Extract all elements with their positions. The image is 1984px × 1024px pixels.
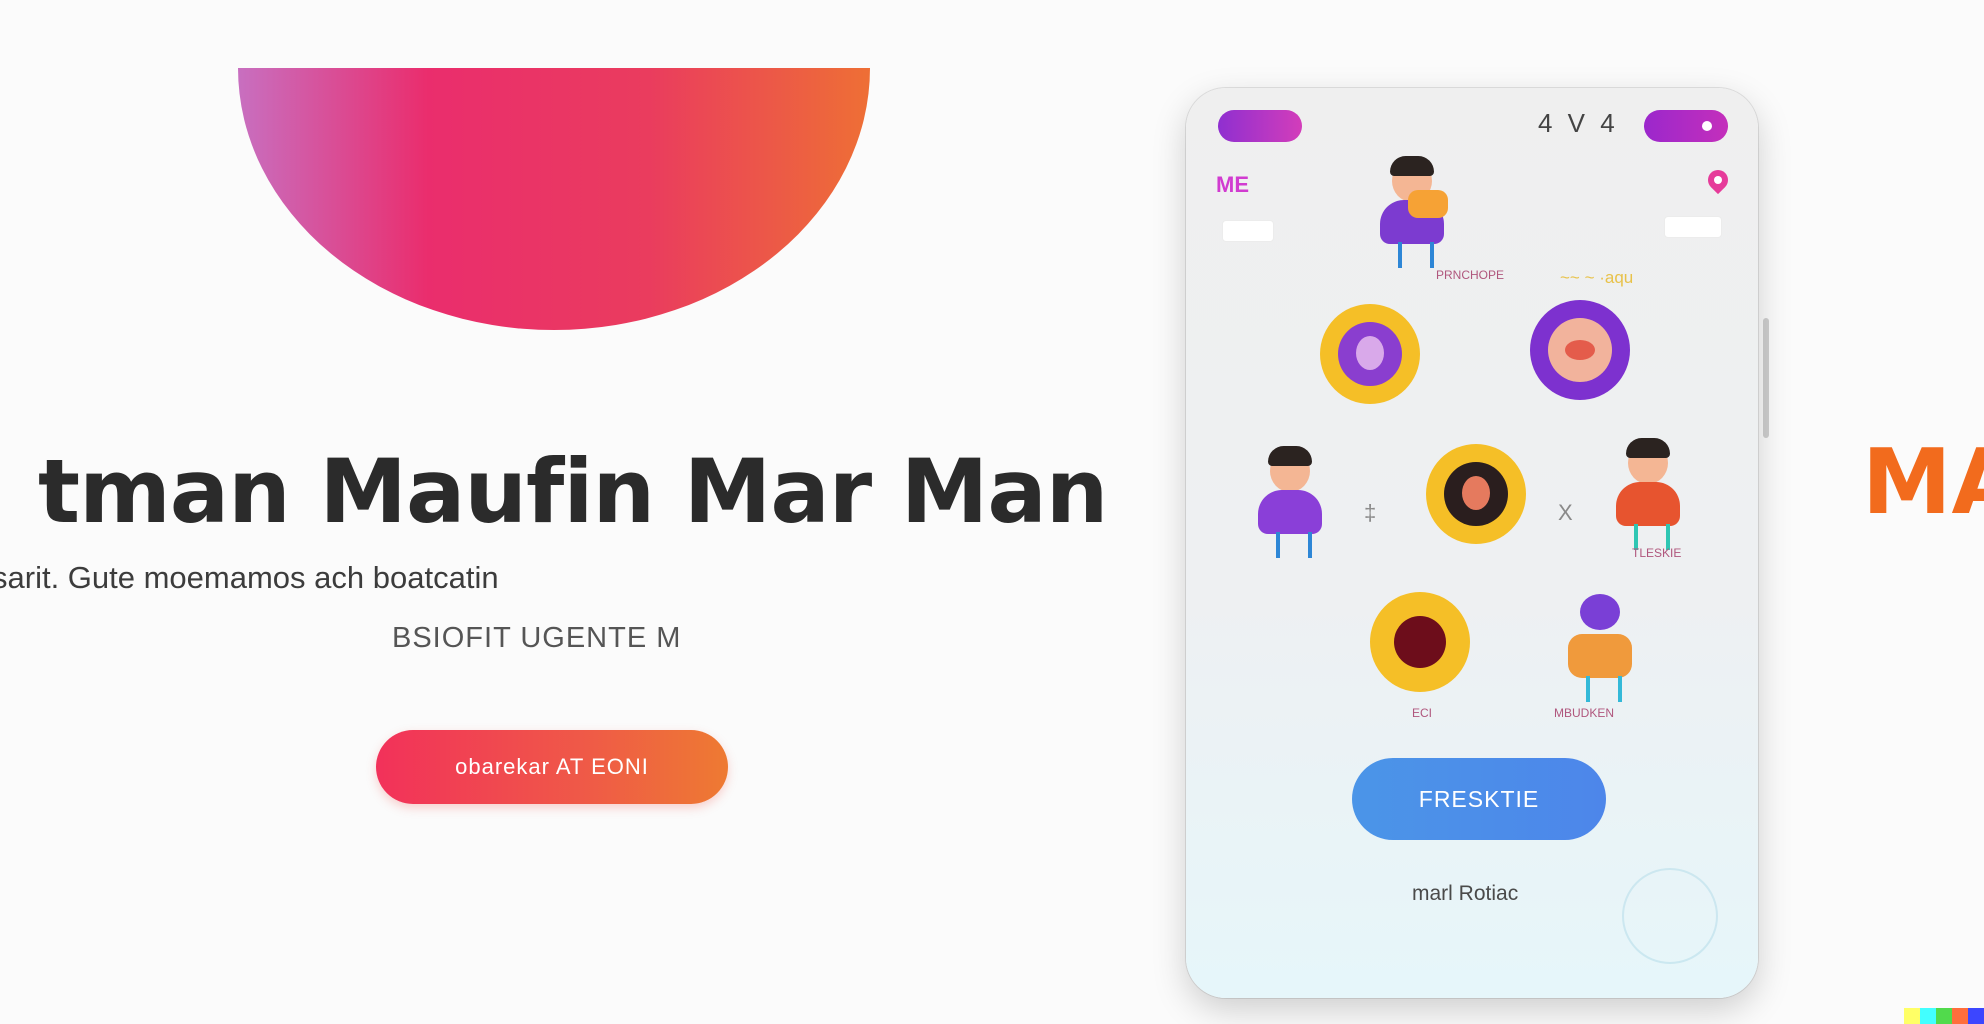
connector-glyph-left: ‡	[1364, 500, 1377, 525]
figure-scarf	[1408, 190, 1448, 218]
avatar-ring-yellow-left[interactable]	[1320, 304, 1420, 404]
corner-logo-mark[interactable]: ME	[1216, 172, 1249, 198]
figure-hair	[1626, 438, 1670, 458]
figure-legs	[1276, 532, 1312, 558]
figure-legs	[1586, 676, 1622, 702]
avatar-ring-center[interactable]	[1426, 444, 1526, 544]
avatar-ring-purple-right[interactable]	[1530, 300, 1630, 400]
hero-cta-button[interactable]: obarekar AT EONI	[376, 730, 728, 804]
color-strip	[1904, 1008, 1984, 1024]
avatar-label-maroon: ECI	[1412, 706, 1433, 720]
figure-body	[1258, 490, 1322, 534]
location-pin-icon[interactable]	[1703, 165, 1733, 195]
avatar-label-center: PRNCHOPE	[1436, 268, 1505, 282]
figure-hair	[1268, 446, 1312, 466]
phone-primary-button[interactable]: FRESKTIE	[1352, 758, 1606, 840]
avatar-figure-left[interactable]	[1250, 446, 1330, 560]
figure-hair	[1390, 156, 1434, 176]
avatar-figure-right[interactable]	[1608, 438, 1688, 552]
info-chip-left	[1222, 220, 1274, 242]
avatar-circle-icon	[1338, 322, 1402, 386]
avatar-label-bottom: MBUDKEN	[1554, 706, 1615, 720]
wave-annotation: ~~ ~ ·aqu	[1560, 268, 1634, 287]
avatar-circle-icon	[1444, 462, 1508, 526]
avatar-label-right: TLESKIE	[1632, 546, 1682, 560]
avatar-circle-icon	[1394, 616, 1446, 668]
faint-circle-decoration	[1622, 868, 1718, 964]
phone-footer-link[interactable]: marl Rotiac	[1412, 882, 1518, 906]
hero-tagline: sarit. Gute moemamos ach boatcatin	[0, 560, 499, 595]
avatar-circle-icon	[1548, 318, 1612, 382]
figure-body	[1616, 482, 1680, 526]
edge-brand-logo: MA	[1862, 430, 1984, 535]
figure-legs	[1398, 242, 1434, 268]
hero-headline: tman Maufin Mar Man	[38, 440, 1108, 543]
hero-gradient-bowl	[238, 68, 870, 330]
hero-subline: BSIOFIT UGENTE M	[392, 622, 682, 654]
avatar-ring-maroon[interactable]	[1370, 592, 1470, 692]
toggle-dot-icon	[1702, 121, 1712, 131]
status-pill-right[interactable]	[1644, 110, 1728, 142]
avatar-figure-bottom[interactable]	[1560, 594, 1640, 704]
phone-mockup: 4 V 4 ME ~~ ~ ·aqu PRNCHOPE ‡ X TLESKIE	[1186, 88, 1758, 998]
phone-side-button	[1763, 318, 1769, 438]
figure-body	[1568, 634, 1632, 678]
connector-glyph-right: X	[1558, 500, 1573, 525]
person-figure-icon	[1580, 594, 1620, 630]
status-pill-left[interactable]	[1218, 110, 1302, 142]
info-chip-right	[1664, 216, 1722, 238]
status-time-text: 4 V 4	[1538, 108, 1619, 138]
